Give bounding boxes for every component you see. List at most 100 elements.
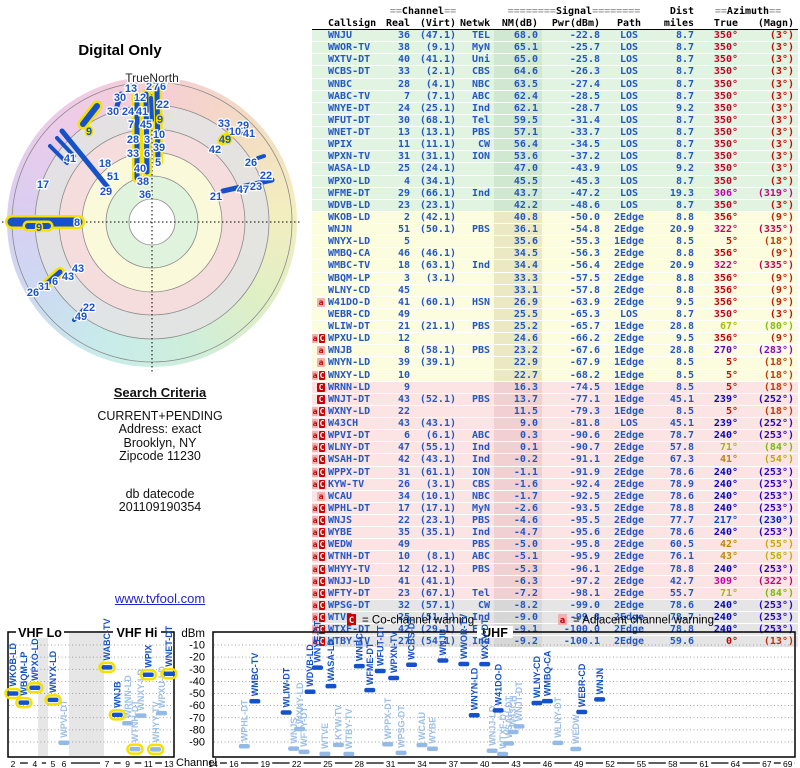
channel-tick: 25 — [323, 759, 333, 768]
distance-miles: 78.8 — [669, 502, 694, 514]
noise-margin: 33.1 — [494, 284, 542, 296]
noise-margin: 24.6 — [494, 333, 542, 345]
power-dbm: -55.3 — [569, 236, 600, 248]
azimuth-true: 350° — [713, 30, 738, 41]
azimuth-magnetic: (3°) — [769, 54, 794, 66]
channel-tick: 46 — [543, 759, 553, 768]
adjacent-warning-badge: a — [317, 358, 325, 368]
warning-badges: a — [312, 357, 326, 368]
real-channel: 42 — [397, 454, 410, 466]
radar-channel-label: 39 — [153, 142, 165, 154]
azimuth-true: 350° — [713, 127, 738, 138]
noise-margin: 68.0 — [494, 30, 542, 42]
cochannel-warning-badge: C — [319, 479, 325, 489]
power-dbm: -90.6 — [569, 430, 600, 442]
power-dbm: -28.7 — [569, 102, 600, 114]
azimuth-magnetic: (252°) — [757, 418, 794, 429]
station-bar-label: WKOB-LD — [8, 643, 18, 687]
callsign: W41DO-D — [328, 296, 371, 308]
virtual-channel: (43.1) — [419, 418, 456, 429]
azimuth-true: 240° — [713, 466, 738, 478]
warning-badges: aC — [312, 551, 326, 562]
warning-badges: aC — [312, 442, 326, 453]
distance-miles: 9.2 — [675, 102, 694, 114]
network: ABC — [471, 551, 490, 563]
path: 1Edge — [613, 236, 645, 248]
signal-bar — [142, 672, 154, 677]
warning-badges: aC — [312, 564, 326, 575]
radar-channel-label: 22 — [157, 99, 169, 111]
virtual-channel — [414, 309, 460, 320]
tvfool-link[interactable]: www.tvfool.com — [115, 591, 205, 606]
noise-margin: 25.5 — [494, 308, 542, 320]
path: LOS — [619, 90, 639, 102]
real-channel: 46 — [397, 248, 410, 260]
virtual-channel: (12.1) — [419, 563, 456, 575]
warning-badges: aC — [312, 467, 326, 478]
network — [460, 236, 494, 247]
virtual-channel: (55.1) — [419, 442, 456, 454]
azimuth-true: 270° — [713, 345, 738, 357]
search-criteria-panel: Search Criteria CURRENT+PENDING Address: … — [35, 386, 285, 515]
warning-badges — [312, 151, 326, 162]
azimuth-magnetic: (253°) — [757, 502, 794, 514]
channel-tick: 19 — [261, 759, 271, 768]
signal-bar — [325, 683, 337, 689]
azimuth-magnetic: (56°) — [763, 551, 794, 563]
callsign: WXNY-LD — [328, 405, 371, 417]
distance-miles: 78.6 — [669, 490, 694, 502]
noise-margin: -2.6 — [494, 502, 542, 514]
noise-margin: -4.6 — [494, 515, 542, 527]
distance-miles: 67.3 — [669, 454, 694, 466]
azimuth-magnetic: (3°) — [769, 90, 794, 102]
signal-bar — [374, 668, 386, 674]
power-dbm: -74.5 — [569, 381, 600, 393]
virtual-channel: (8.1) — [425, 551, 456, 563]
signal-bar — [249, 699, 261, 704]
warning-badges: aC — [312, 527, 326, 538]
azimuth-magnetic: (230°) — [757, 515, 794, 526]
distance-miles: 8.7 — [675, 199, 694, 211]
channel-tick: 40 — [480, 759, 490, 768]
callsign: WFME-DT — [328, 187, 371, 199]
channel-axis-label: Channel — [176, 757, 217, 768]
azimuth-magnetic: (3°) — [769, 139, 794, 151]
network: ABC — [471, 90, 490, 102]
noise-margin: 13.7 — [494, 393, 542, 405]
power-dbm: -81.8 — [569, 418, 600, 429]
network: ION — [471, 151, 490, 163]
radar-channel-label: 51 — [107, 171, 119, 183]
path: 2Edge — [613, 539, 645, 551]
column-header-magn: (Magn) — [757, 17, 794, 29]
network: NBC — [471, 490, 490, 502]
cochannel-warning-badge: C — [319, 600, 325, 610]
signal-bar — [395, 750, 407, 756]
real-channel: 12 — [397, 333, 410, 345]
adjacent-warning-badge: a — [312, 528, 318, 538]
distance-miles: 8.8 — [675, 248, 694, 260]
station-row: WLIW-DT 21 (21.1) PBS 25.2 -65.7 1Edge 28.8 67° (… — [312, 321, 798, 334]
real-channel: 41 — [397, 296, 410, 308]
dbm-axis-label: dBm — [181, 628, 205, 640]
power-dbm: -25.8 — [569, 54, 600, 66]
path: 2Edge — [613, 260, 645, 272]
distance-miles: 8.8 — [675, 272, 694, 284]
cochannel-warning-badge: C — [319, 528, 325, 538]
azimuth-magnetic: (3°) — [769, 102, 794, 114]
signal-bar — [364, 687, 376, 693]
path: LOS — [619, 187, 639, 199]
adjacent-warning-badge: a — [312, 479, 318, 489]
azimuth-magnetic: (80°) — [763, 321, 794, 332]
warning-badges — [312, 139, 326, 150]
power-dbm: -56.4 — [569, 260, 600, 272]
distance-miles: 8.7 — [675, 66, 694, 78]
radar-channel-label: 41 — [243, 128, 255, 140]
channel-tick: 31 — [386, 759, 396, 768]
azimuth-magnetic: (18°) — [763, 236, 794, 248]
virtual-channel: (13.1) — [419, 127, 456, 138]
station-bar-label: WFTY-DT — [299, 706, 309, 746]
path: 2Edge — [613, 272, 645, 284]
station-row: WABC-TV 7 (7.1) ABC 62.4 -28.5 LOS 8.7 350° (3°) — [312, 90, 798, 103]
path: 1Edge — [613, 357, 645, 369]
search-criteria-line: Zipcode 11230 — [119, 449, 201, 463]
